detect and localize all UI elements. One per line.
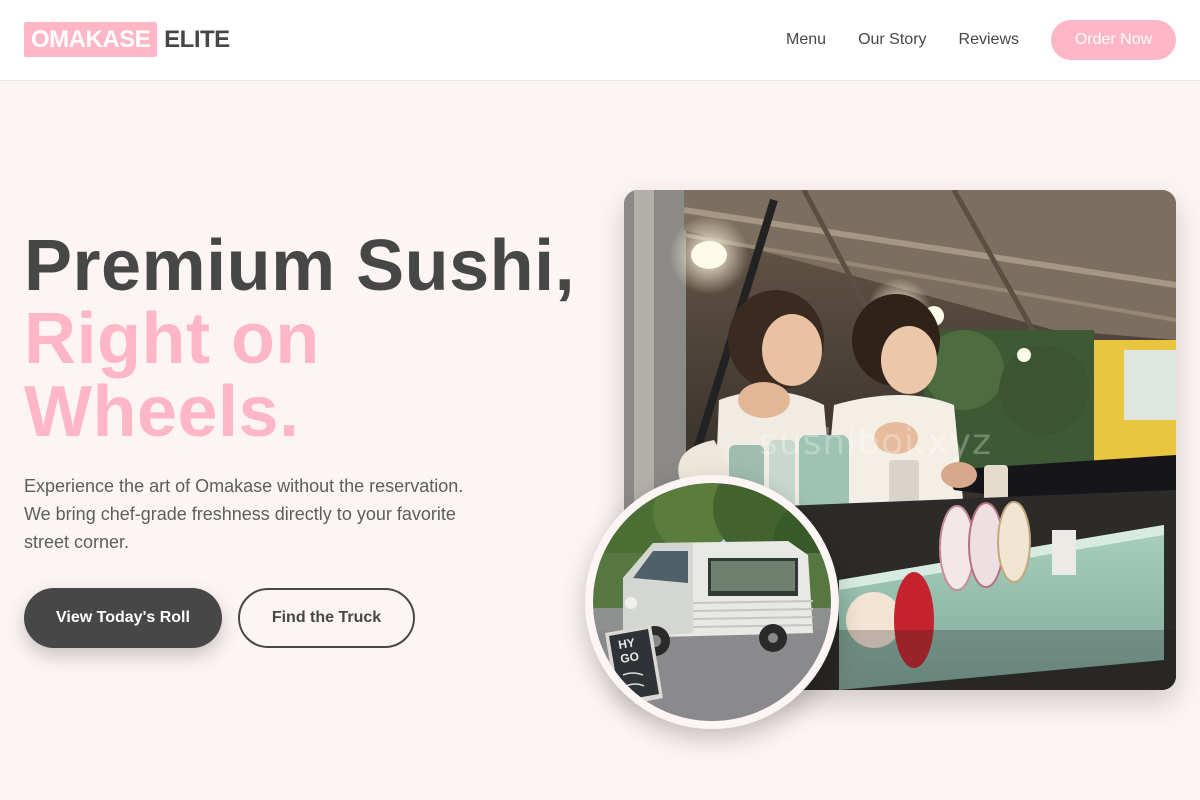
- hero-title-accent-line2: Wheels.: [24, 372, 300, 452]
- site-header: OMAKASE ELITE Menu Our Story Reviews Ord…: [0, 0, 1200, 81]
- hero-title: Premium Sushi, Right on Wheels.: [24, 230, 575, 449]
- hero-title-accent-line1: Right on: [24, 299, 320, 379]
- nav-menu-link[interactable]: Menu: [786, 31, 826, 49]
- hero-title-line1: Premium Sushi,: [24, 226, 576, 306]
- logo[interactable]: OMAKASE ELITE: [24, 22, 230, 57]
- logo-text: ELITE: [164, 26, 230, 53]
- sign-text-line2: GO: [619, 649, 640, 666]
- main-nav: Menu Our Story Reviews Order Now: [786, 20, 1176, 60]
- nav-reviews-link[interactable]: Reviews: [959, 31, 1019, 49]
- hero-subtitle: Experience the art of Omakase without th…: [24, 476, 464, 552]
- photo-watermark: sushiboi.xyz: [759, 422, 992, 463]
- nav-our-story-link[interactable]: Our Story: [858, 31, 926, 49]
- order-now-button[interactable]: Order Now: [1051, 20, 1176, 60]
- view-todays-roll-button[interactable]: View Today's Roll: [24, 588, 222, 648]
- find-the-truck-button[interactable]: Find the Truck: [238, 588, 415, 648]
- vintage-food-truck-photo: HY GO: [585, 475, 839, 729]
- logo-badge: OMAKASE: [24, 22, 158, 57]
